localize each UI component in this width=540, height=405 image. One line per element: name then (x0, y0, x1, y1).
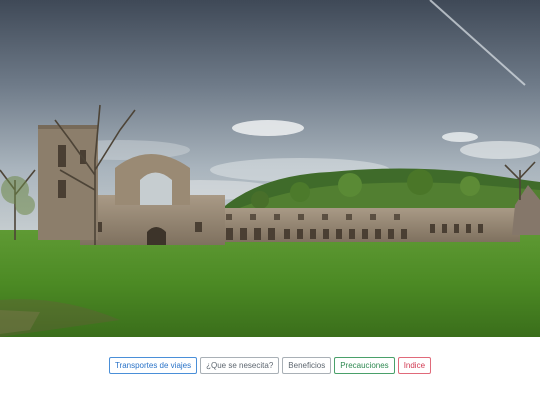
indice-button[interactable]: Indice (397, 357, 432, 374)
abbey-ruins-photo (0, 0, 540, 337)
precauciones-button[interactable]: Precauciones (334, 357, 395, 374)
que-se-necesita-button[interactable]: ¿Que se nesecita? (200, 357, 280, 374)
transportes-de-viajes-button[interactable]: Transportes de viajes (108, 357, 198, 374)
section-nav: Transportes de viajes ¿Que se nesecita? … (0, 357, 540, 374)
beneficios-button[interactable]: Beneficios (282, 357, 332, 374)
